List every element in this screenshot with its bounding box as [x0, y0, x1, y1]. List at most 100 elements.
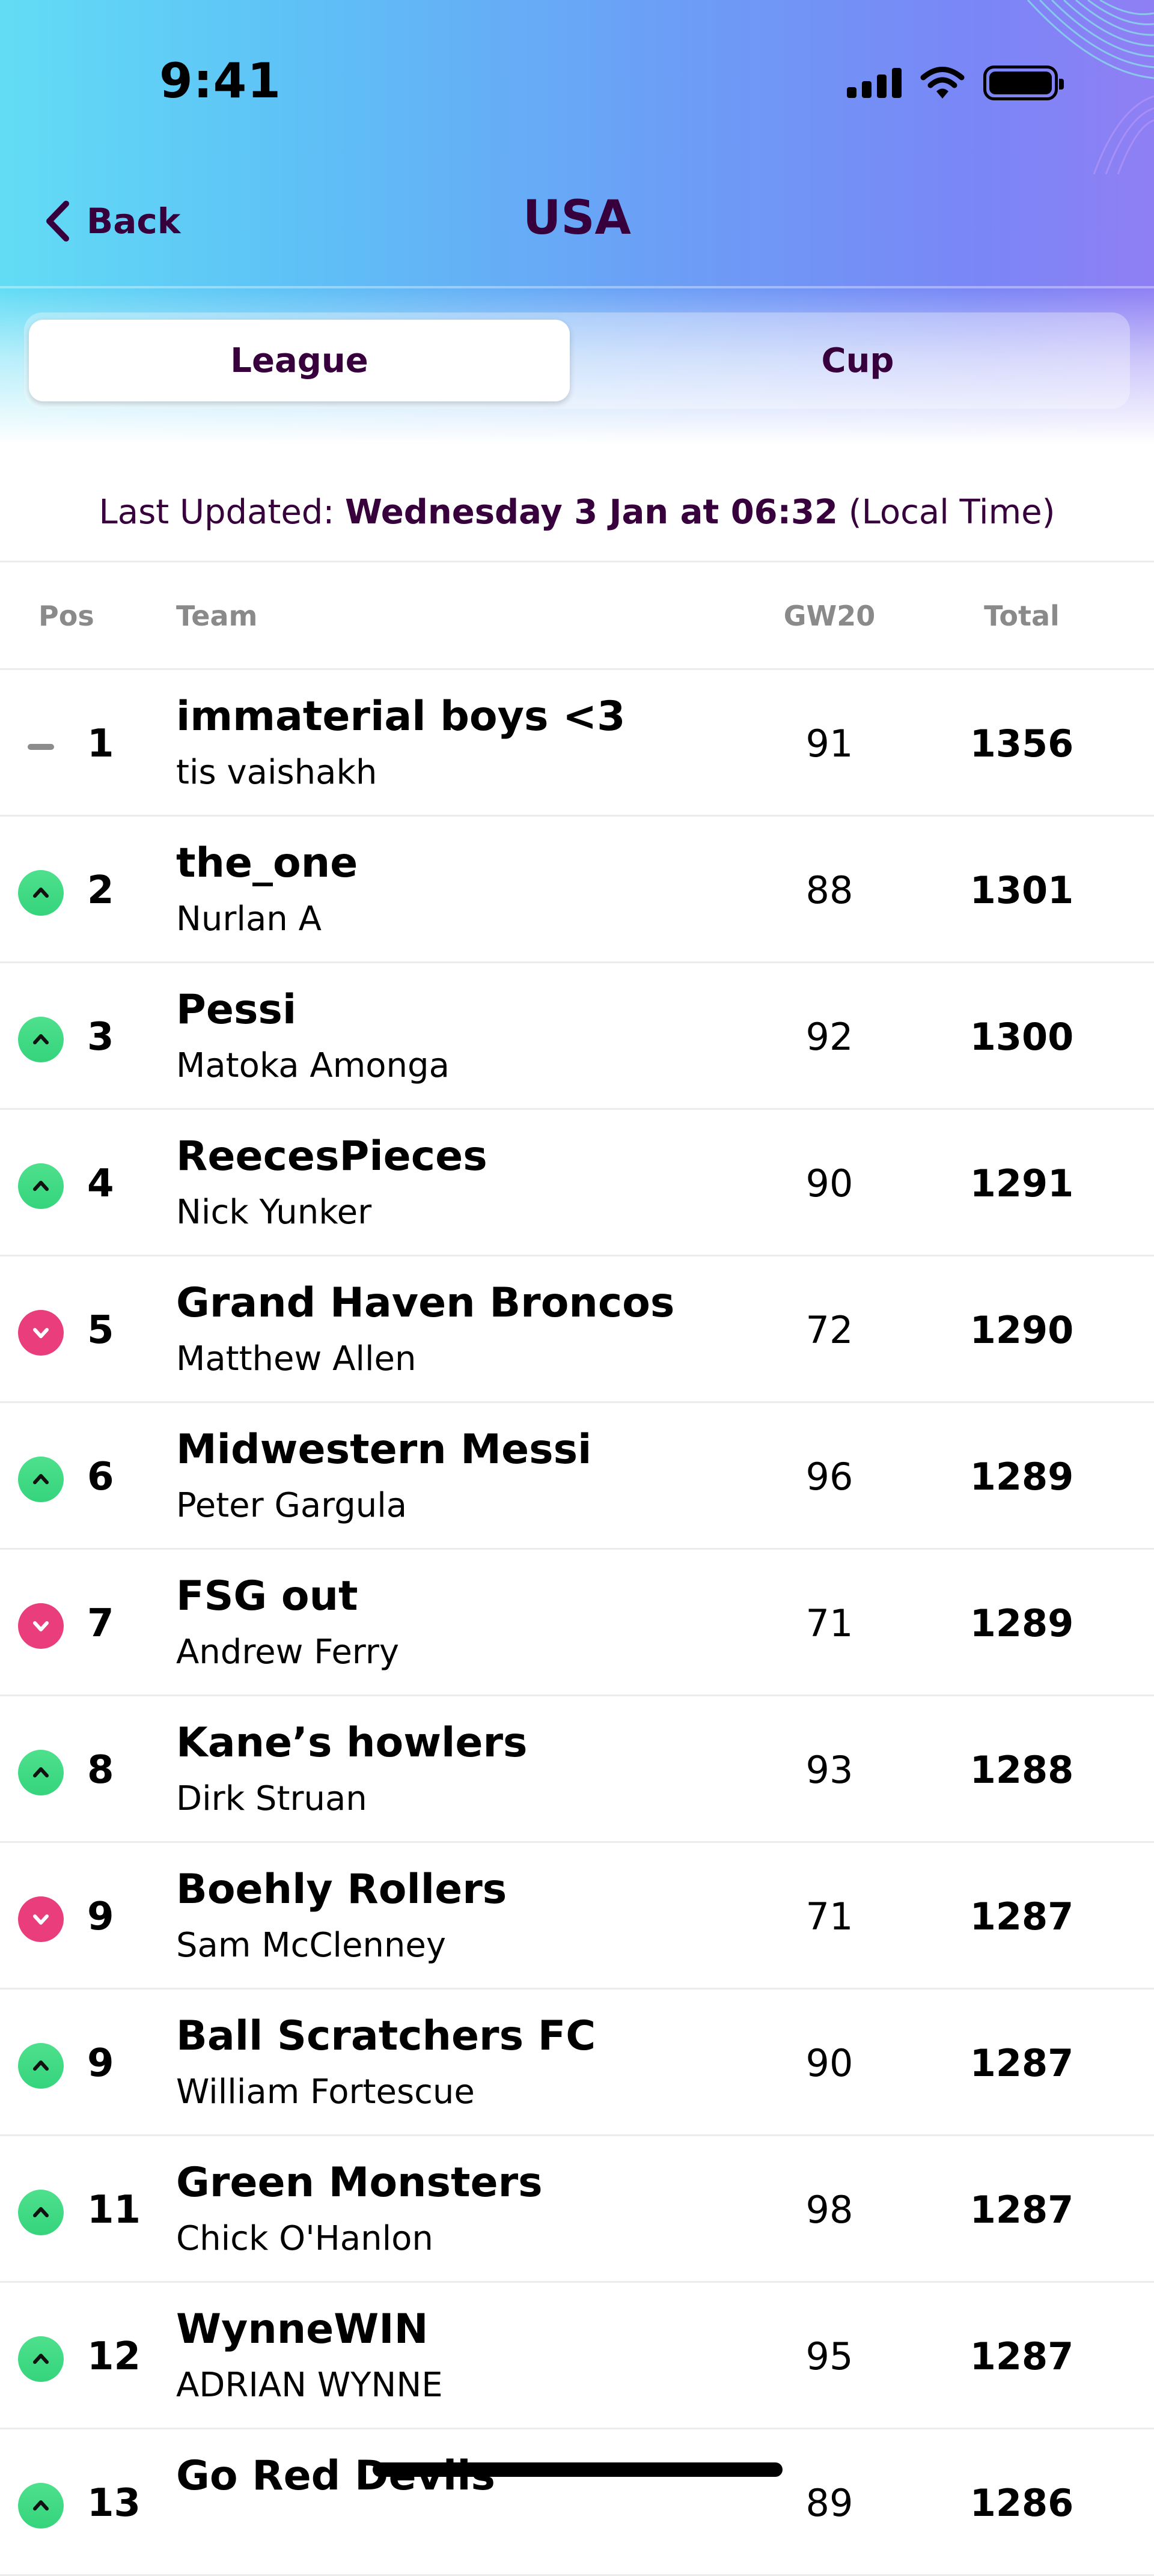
manager-name: tis vaishakh [176, 753, 377, 792]
team-name: Kane’s howlers [176, 1719, 528, 1767]
rank-down-icon [18, 1896, 64, 1942]
manager-name: ADRIAN WYNNE [176, 2366, 443, 2405]
rank-up-icon [18, 2190, 64, 2235]
manager-name: Matoka Amonga [176, 1046, 450, 1085]
team-name: FSG out [176, 1573, 358, 1620]
header-pos: Pos [38, 600, 94, 632]
gameweek-points: 98 [805, 2188, 853, 2232]
position: 13 [87, 2481, 141, 2526]
rank-up-icon [18, 870, 64, 916]
position: 1 [87, 722, 114, 766]
table-row[interactable]: 9 Ball Scratchers FC William Fortescue 90 12… [0, 1990, 1154, 2136]
battery-icon [983, 65, 1064, 100]
total-points: 1287 [969, 2041, 1074, 2085]
home-indicator [373, 2462, 783, 2477]
gameweek-points: 71 [805, 1895, 853, 1938]
gameweek-points: 88 [805, 868, 853, 912]
rank-up-icon [18, 2336, 64, 2382]
total-points: 1288 [969, 1748, 1074, 1792]
gameweek-points: 93 [805, 1748, 853, 1792]
manager-name: Matthew Allen [176, 1339, 417, 1378]
total-points: 1300 [969, 1015, 1074, 1059]
manager-name: William Fortescue [176, 2072, 475, 2112]
last-updated-prefix: Last Updated: [99, 493, 346, 532]
manager-name: Nurlan A [176, 900, 322, 939]
total-points: 1287 [969, 2188, 1074, 2232]
gameweek-points: 91 [805, 722, 853, 766]
tab-league[interactable]: League [29, 320, 570, 401]
rank-down-icon [18, 1310, 64, 1356]
last-updated-value: Wednesday 3 Jan at 06:32 [345, 493, 838, 532]
rank-up-icon [18, 1457, 64, 1502]
team-name: WynneWIN [176, 2306, 429, 2353]
table-row[interactable]: 1 immaterial boys <3 tis vaishakh 91 1356 [0, 670, 1154, 817]
table-row[interactable]: 4 ReecesPieces Nick Yunker 90 1291 [0, 1110, 1154, 1256]
wifi-icon [920, 67, 965, 99]
total-points: 1291 [969, 1162, 1074, 1205]
team-name: Grand Haven Broncos [176, 1279, 675, 1327]
position: 7 [87, 1601, 114, 1646]
rank-up-icon [18, 2043, 64, 2089]
rank-up-icon [18, 1750, 64, 1795]
table-row[interactable]: 11 Green Monsters Chick O'Hanlon 98 1287 [0, 2136, 1154, 2283]
total-points: 1289 [969, 1455, 1074, 1499]
rank-up-icon [18, 2483, 64, 2529]
table-row[interactable]: 2 the_one Nurlan A 88 1301 [0, 817, 1154, 963]
manager-name: Peter Gargula [176, 1486, 408, 1525]
team-name: Boehly Rollers [176, 1866, 507, 1913]
team-name: Pessi [176, 986, 297, 1034]
manager-name: Sam McClenney [176, 1926, 447, 1965]
manager-name: Chick O'Hanlon [176, 2219, 433, 2258]
gameweek-points: 89 [805, 2481, 853, 2525]
header-team: Team [176, 600, 258, 632]
last-updated-suffix: (Local Time) [837, 493, 1055, 532]
gameweek-points: 90 [805, 1162, 853, 1205]
status-icons [847, 64, 1064, 102]
tab-cup[interactable]: Cup [590, 320, 1125, 401]
total-points: 1287 [969, 2334, 1074, 2378]
gameweek-points: 71 [805, 1601, 853, 1645]
gameweek-points: 92 [805, 1015, 853, 1059]
total-points: 1356 [969, 722, 1074, 766]
team-name: Midwestern Messi [176, 1426, 592, 1473]
rank-down-icon [18, 1603, 64, 1649]
position: 5 [87, 1308, 114, 1353]
table-row[interactable]: 12 WynneWIN ADRIAN WYNNE 95 1287 [0, 2283, 1154, 2429]
position: 8 [87, 1748, 114, 1792]
gameweek-points: 72 [805, 1308, 853, 1352]
team-name: Green Monsters [176, 2159, 543, 2206]
manager-name: Nick Yunker [176, 1193, 372, 1232]
position: 9 [87, 2041, 114, 2086]
rank-up-icon [18, 1163, 64, 1209]
position: 4 [87, 1162, 114, 1206]
position: 12 [87, 2334, 141, 2379]
rank-up-icon [18, 1017, 64, 1062]
table-row[interactable]: 6 Midwestern Messi Peter Gargula 96 1289 [0, 1403, 1154, 1550]
page-title: USA [523, 191, 631, 245]
position: 2 [87, 868, 114, 913]
status-time: 9:41 [159, 53, 281, 109]
last-updated: Last Updated: Wednesday 3 Jan at 06:32 (… [0, 493, 1154, 532]
total-points: 1286 [969, 2481, 1074, 2525]
table-row[interactable]: 7 FSG out Andrew Ferry 71 1289 [0, 1550, 1154, 1696]
gameweek-points: 96 [805, 1455, 853, 1499]
header-total: Total [984, 600, 1060, 632]
position: 3 [87, 1015, 114, 1059]
manager-name: Andrew Ferry [176, 1633, 399, 1672]
position: 9 [87, 1895, 114, 1939]
table-row[interactable]: 9 Boehly Rollers Sam McClenney 71 1287 [0, 1843, 1154, 1990]
team-name: ReecesPieces [176, 1133, 487, 1180]
total-points: 1301 [969, 868, 1074, 912]
table-row[interactable]: 3 Pessi Matoka Amonga 92 1300 [0, 963, 1154, 1110]
total-points: 1290 [969, 1308, 1074, 1352]
manager-name: Dirk Struan [176, 1779, 367, 1818]
gameweek-points: 90 [805, 2041, 853, 2085]
team-name: the_one [176, 839, 358, 887]
total-points: 1287 [969, 1895, 1074, 1938]
table-row[interactable]: 13 Go Red Devils 89 1286 [0, 2429, 1154, 2576]
team-name: immaterial boys <3 [176, 693, 626, 740]
table-row[interactable]: 5 Grand Haven Broncos Matthew Allen 72 1290 [0, 1256, 1154, 1403]
gameweek-points: 95 [805, 2334, 853, 2378]
table-row[interactable]: 8 Kane’s howlers Dirk Struan 93 1288 [0, 1696, 1154, 1843]
total-points: 1289 [969, 1601, 1074, 1645]
